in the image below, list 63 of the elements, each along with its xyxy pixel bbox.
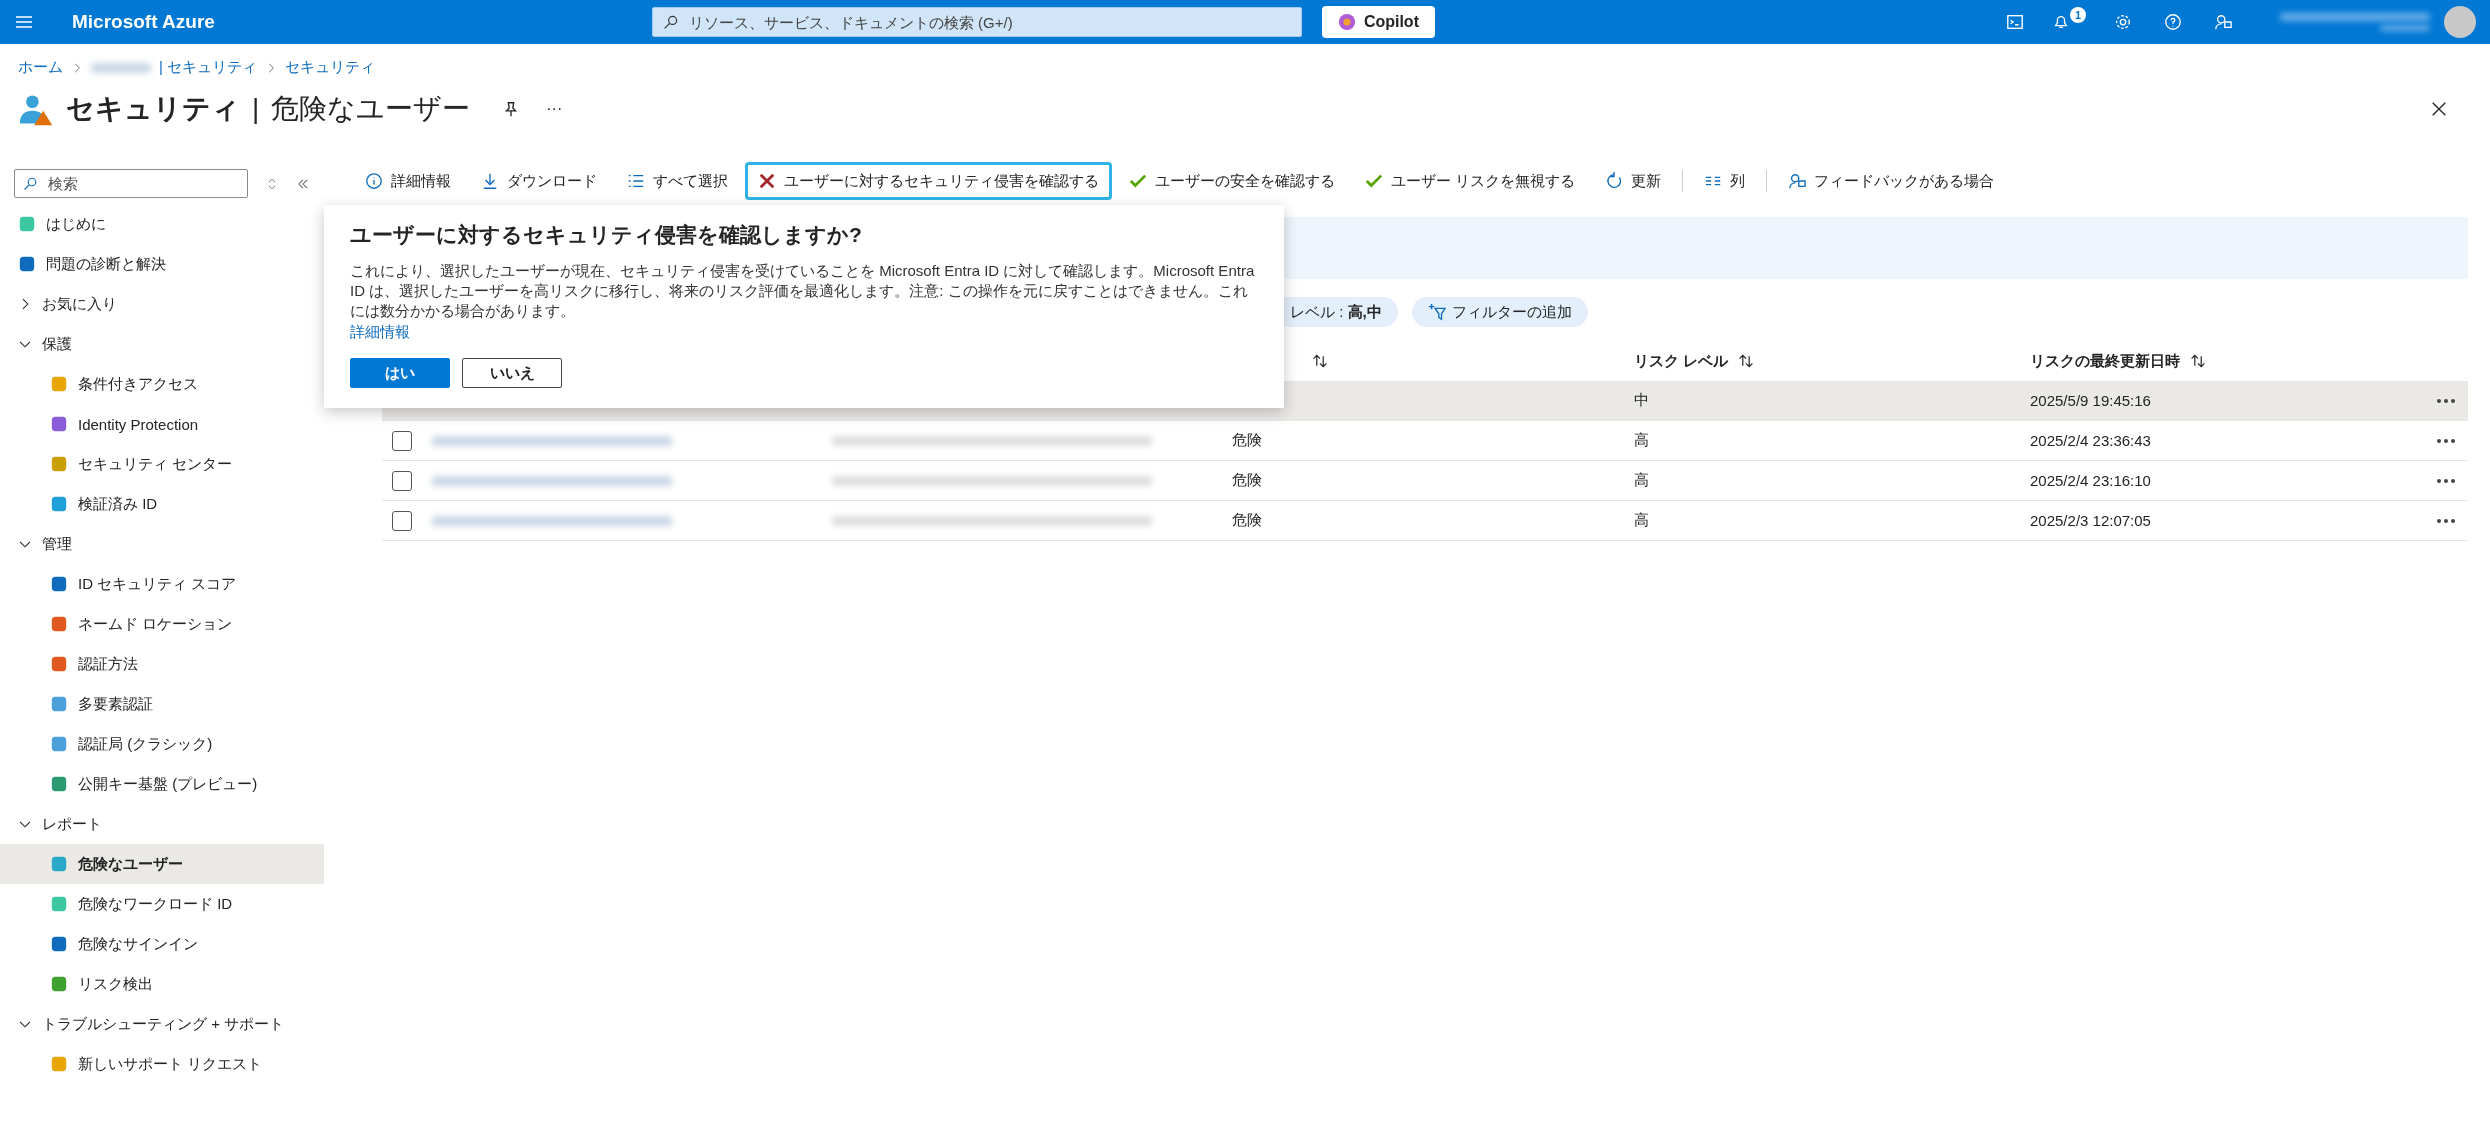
sidebar-item[interactable]: お気に入り [0,284,324,324]
search-input[interactable]: リソース、サービス、ドキュメントの検索 (G+/) [686,12,1291,32]
search-field[interactable]: リソース、サービス、ドキュメントの検索 (G+/) [651,7,1302,37]
sidebar-item[interactable]: 保護 [0,324,324,364]
sidebar-item[interactable]: Identity Protection [0,404,324,444]
breadcrumb-link[interactable]: | セキュリティ [159,58,258,77]
cancel-button[interactable]: いいえ [462,358,562,388]
sidebar-item[interactable]: トラブルシューティング + サポート [0,1004,324,1044]
sidebar-item[interactable]: 問題の診断と解決 [0,244,324,284]
confirm-button[interactable]: はい [350,358,450,388]
add-filter-button[interactable]: フィルターの追加 [1411,297,1588,327]
notification-count: 1 [2070,7,2086,23]
table-cell-text: 高 [1634,511,1650,530]
table-cell-text: 中 [1634,391,1650,410]
sidebar-item[interactable]: ID セキュリティ スコア [0,564,324,604]
toolbar-button[interactable]: ユーザーに対するセキュリティ侵害を確認する [745,162,1112,200]
more-button[interactable]: ··· [546,100,563,118]
table-cell-text: 2025/5/9 19:45:16 [2030,392,2152,409]
sidebar-item[interactable]: 新しいサポート リクエスト [0,1044,324,1084]
copilot-button[interactable]: Copilot [1321,6,1435,38]
table-cell-text: 危険 [1232,511,1263,530]
sidebar-item[interactable]: 管理 [0,524,324,564]
toolbar-button[interactable]: 列 [1691,162,1759,200]
service-title: セキュリティ [66,92,240,126]
sidebar-item[interactable]: ネームド ロケーション [0,604,324,644]
table-cell-text: 高 [1634,431,1650,450]
toolbar-button[interactable]: ユーザーの安全を確認する [1116,162,1348,200]
breadcrumb-link[interactable]: ホーム [18,58,63,77]
breadcrumb-link[interactable]: セキュリティ [285,58,376,77]
table-cell-text: 2025/2/4 23:36:43 [2030,432,2152,449]
page-title: 危険なユーザー [271,92,471,126]
toolbar-button[interactable]: ダウンロード [468,162,610,200]
sidebar-item[interactable]: レポート [0,804,324,844]
sidebar-item[interactable]: 条件付きアクセス [0,364,324,404]
brand-name: Microsoft Azure [72,11,215,33]
sidebar-item[interactable]: 多要素認証 [0,684,324,724]
column-header[interactable]: リスクの最終更新日時 [2030,351,2430,371]
table-cell-text: 2025/2/3 12:07:05 [2030,512,2152,529]
toolbar-button[interactable]: 更新 [1592,162,1675,200]
details-link[interactable]: 詳細情報 [350,323,410,342]
toolbar-button[interactable]: すべて選択 [614,162,741,200]
popup-message: これにより、選択したユーザーが現在、セキュリティ侵害を受けていることを Microsoft Entra ID に対して確認します。Microsoft Entra ID は、選択したユーザーを高リスクに移行し、将来のリスク評価を最適化します。注意: この操作を元に戻すことはできません。これには数分かかる場合があります。 [350,261,1256,321]
table-cell-text: 危険 [1232,431,1263,450]
sidebar-item[interactable]: 危険なワークロード ID [0,884,324,924]
sidebar-item[interactable]: 危険なユーザー [0,844,324,884]
sidebar-item[interactable]: 認証局 (クラシック) [0,724,324,764]
sidebar-item[interactable]: 認証方法 [0,644,324,684]
toolbar-button[interactable]: フィードバックがある場合 [1775,162,2008,200]
sidebar-item[interactable]: はじめに [0,204,324,244]
sidebar-item[interactable]: 危険なサインイン [0,924,324,964]
search-field[interactable]: 検索 [14,169,248,198]
title-separator: | [252,93,260,125]
column-header[interactable]: リスク レベル [1634,351,2030,371]
sidebar-item[interactable]: セキュリティ センター [0,444,324,484]
table-cell-text: 高 [1634,471,1650,490]
sidebar-item[interactable]: 公開キー基盤 (プレビュー) [0,764,324,804]
popup-title: ユーザーに対するセキュリティ侵害を確認しますか? [350,222,863,248]
table-cell-text: 2025/2/4 23:16:10 [2030,472,2152,489]
toolbar-button[interactable]: ユーザー リスクを無視する [1352,162,1589,200]
table-cell-text: 危険 [1232,471,1263,490]
toolbar-button[interactable]: 詳細情報 [352,162,464,200]
sidebar-item[interactable]: リスク検出 [0,964,324,1004]
sidebar-item[interactable]: 検証済み ID [0,484,324,524]
